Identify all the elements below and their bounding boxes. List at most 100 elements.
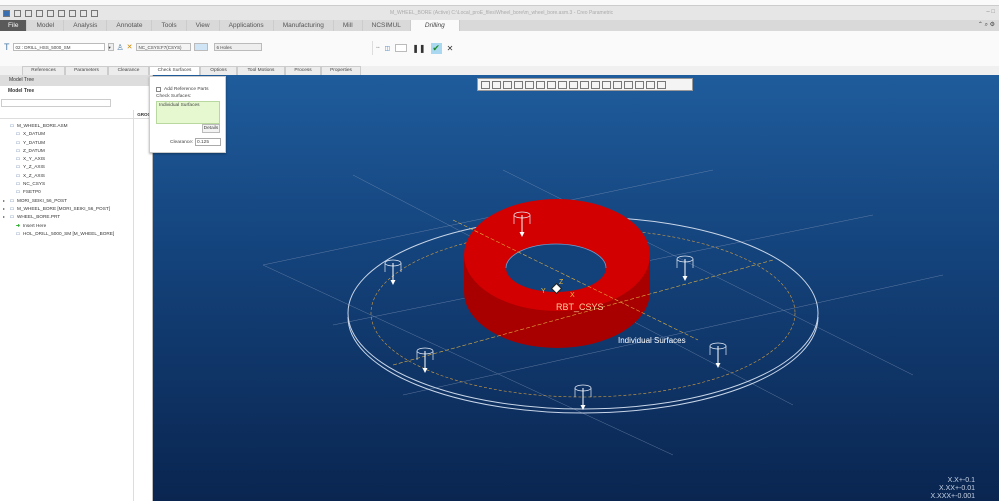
search-help-icons[interactable]: ⌃ ⌕ ⚙ [978, 20, 999, 31]
save-icon[interactable] [36, 9, 43, 17]
csys-label: RBT_CSYS [556, 302, 604, 312]
axis-z-label: Z [559, 279, 564, 286]
tree-item[interactable]: ▭ FSETP0 [3, 188, 114, 196]
verify-dropdown[interactable] [395, 44, 408, 52]
tab-model[interactable]: Model [27, 20, 65, 31]
close-window-icon[interactable] [91, 9, 98, 17]
expand-icon[interactable]: ▸ [3, 213, 7, 221]
perspective-icon[interactable] [558, 80, 567, 89]
subtab-check-surfaces[interactable]: Check Surfaces [149, 66, 200, 75]
tab-analysis[interactable]: Analysis [64, 20, 108, 31]
tree-item-label: HOL_DRILL_5000_SM [M_WHEEL_BORE] [23, 230, 115, 236]
repaint-icon[interactable] [514, 80, 523, 89]
zoom-out-icon[interactable] [503, 80, 512, 89]
tab-manufacturing[interactable]: Manufacturing [274, 20, 334, 31]
subtab-properties[interactable]: Properties [321, 66, 361, 75]
tab-view[interactable]: View [187, 20, 220, 31]
collector-item[interactable]: Individual Surfaces [159, 103, 200, 108]
tool-manager-icon[interactable]: ♙ [117, 43, 124, 52]
tree-item[interactable]: ▭ X_Y_AXIS [3, 155, 114, 163]
undo-icon[interactable] [47, 9, 54, 17]
confirm-button[interactable]: ✔ [430, 42, 442, 54]
tab-file[interactable]: File [0, 20, 28, 31]
graphics-viewport[interactable]: Y Z X RBT_CSYS Individual Surfaces X.X+-… [153, 75, 999, 501]
cancel-icon[interactable]: ✕ [447, 44, 454, 53]
tab-drilling[interactable]: Drilling [410, 20, 460, 31]
axis-display-icon[interactable] [591, 80, 600, 89]
view-manager-icon[interactable] [547, 80, 556, 89]
regenerate-icon[interactable] [69, 9, 76, 17]
open-icon[interactable] [25, 9, 32, 17]
play-path-icon[interactable]: ◫ [385, 45, 391, 52]
tree-item[interactable]: ▭ M_WHEEL_BORE.ASM [3, 122, 114, 130]
zoom-in-icon[interactable] [492, 80, 501, 89]
tolerance-1: X.X+-0.1 [947, 477, 975, 484]
drill-hole-marker [574, 384, 592, 410]
expand-icon[interactable]: ▸ [3, 205, 7, 213]
spin-center-icon[interactable] [635, 80, 644, 89]
add-reference-parts-checkbox[interactable] [156, 87, 161, 92]
tree-item[interactable]: ▸ ▭ MORI_SEIKI_56_POST [3, 197, 114, 205]
tab-tools[interactable]: Tools [152, 20, 187, 31]
clearance-input[interactable]: 0.125 [195, 138, 221, 146]
tab-annotate[interactable]: Annotate [107, 20, 153, 31]
saved-views-icon[interactable] [536, 80, 545, 89]
display-style-icon[interactable] [525, 80, 534, 89]
datum-plane-icon: ▭ [15, 139, 21, 146]
subtab-parameters[interactable]: Parameters [65, 66, 108, 75]
tree-item[interactable]: ▸ ▭ M_WHEEL_BORE [MORI_SEIKI_56_POST] [3, 205, 114, 213]
tree-item[interactable]: ▭ X_DATUM [3, 130, 114, 138]
pause-icon[interactable]: ❚❚ [412, 44, 425, 53]
holes-set-icon[interactable] [193, 43, 208, 51]
csys-field[interactable]: NC_CSYS:F7(CSYS) [135, 43, 191, 51]
tree-item[interactable]: ▭ NC_CSYS [3, 180, 114, 188]
subtab-clearance[interactable]: Clearance [108, 66, 149, 75]
tree-item[interactable]: ▭ Z_DATUM [3, 147, 114, 155]
tree-item-label: X_DATUM [23, 131, 46, 137]
datum-plane-icon: ▭ [15, 147, 21, 154]
tree-item[interactable]: ▭ X_Z_AXIS [3, 172, 114, 180]
toolpath-display-icon[interactable] [646, 80, 655, 89]
tree-item[interactable]: ▸ ▭ WHEEL_BORE.PRT [3, 213, 114, 221]
redo-icon[interactable] [58, 9, 65, 17]
datum-display-icon[interactable] [569, 80, 578, 89]
surface-label: Individual Surfaces [618, 336, 686, 345]
axis-y-label: Y [541, 288, 546, 295]
point-display-icon[interactable] [602, 80, 611, 89]
csys-display-icon[interactable] [613, 80, 622, 89]
subtab-tool-motions[interactable]: Tool Motions [237, 66, 285, 75]
tree-item[interactable]: ▭ Y_Z_AXIS [3, 163, 114, 171]
preview-path-icon[interactable]: ◦◦ [376, 45, 380, 51]
tree-item-label: NC_CSYS [23, 181, 46, 187]
subtab-options[interactable]: Options [200, 66, 237, 75]
view-toolbar [477, 78, 693, 91]
subtab-references[interactable]: References [22, 66, 65, 75]
tolerance-3: X.XXX+-0.001 [930, 493, 975, 500]
check-surfaces-collector[interactable]: Individual Surfaces [156, 101, 220, 124]
column-divider [133, 110, 134, 501]
expand-icon[interactable]: ▸ [3, 197, 7, 205]
refit-icon[interactable] [481, 80, 490, 89]
tool-select[interactable]: 02 : DRILL_HSS_5000_SM [12, 43, 105, 51]
tree-item[interactable]: ▭ Y_DATUM [3, 139, 114, 147]
tree-item[interactable]: ➜ Insert Here [3, 222, 114, 230]
tree-item[interactable]: ▭ HOL_DRILL_5000_SM [M_WHEEL_BORE] [3, 230, 115, 238]
new-icon[interactable] [14, 9, 21, 17]
tab-mill[interactable]: Mill [334, 20, 363, 31]
window-controls[interactable]: – □ [986, 9, 995, 15]
tab-ncsimul[interactable]: NCSIMUL [363, 20, 411, 31]
tree-search-input[interactable] [1, 99, 111, 107]
more-icon[interactable] [657, 80, 666, 89]
tree-column-header[interactable]: GROO [0, 110, 153, 119]
tool-dropdown-icon[interactable]: ▾ [107, 43, 114, 51]
windows-icon[interactable] [80, 9, 87, 17]
plane-display-icon[interactable] [580, 80, 589, 89]
model-tree-tab[interactable]: Model Tree [0, 75, 152, 86]
subtab-process[interactable]: Process [285, 66, 321, 75]
csys-icon: ✕ [126, 44, 133, 51]
holes-field[interactable]: 6 Holes [213, 43, 262, 51]
app-icon [3, 9, 10, 17]
tab-applications[interactable]: Applications [220, 20, 274, 31]
details-button[interactable]: Details [202, 124, 220, 133]
annotation-display-icon[interactable] [624, 80, 633, 89]
